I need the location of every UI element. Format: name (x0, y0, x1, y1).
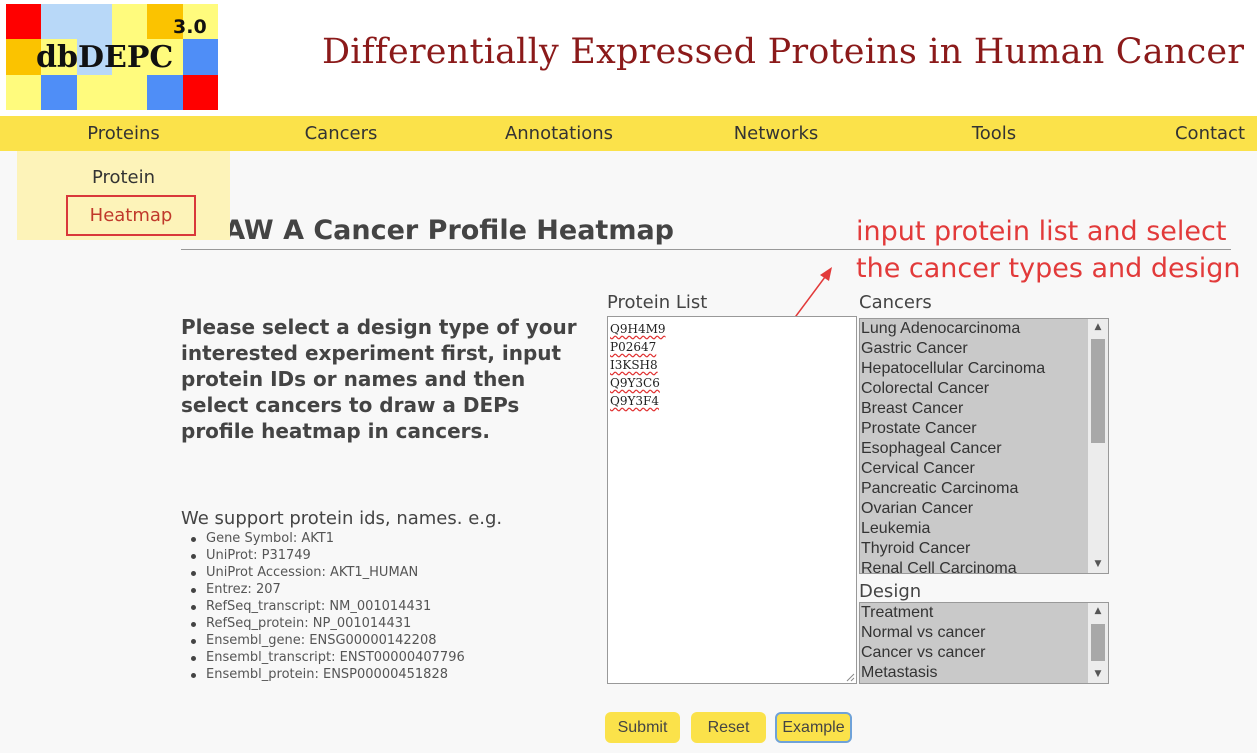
cancer-option[interactable]: Gastric Cancer (860, 339, 1108, 359)
cancer-option[interactable]: Ovarian Cancer (860, 499, 1108, 519)
cancers-scroll-thumb[interactable] (1091, 339, 1105, 443)
protein-id-line: Q9Y3C6 (610, 376, 660, 390)
list-item: RefSeq_protein: NP_001014431 (191, 615, 465, 632)
protein-list-label: Protein List (607, 292, 708, 313)
list-item: UniProt Accession: AKT1_HUMAN (191, 564, 465, 581)
design-option[interactable]: Metastasis (860, 663, 1108, 683)
cancer-option[interactable]: Thyroid Cancer (860, 539, 1108, 559)
protein-id-line: I3KSH8 (610, 358, 658, 372)
logo-tile (76, 74, 112, 110)
list-item: Gene Symbol: AKT1 (191, 530, 465, 547)
nav-item-contact[interactable]: Contact (1163, 116, 1257, 151)
resize-handle-icon[interactable] (845, 672, 855, 682)
dropdown-item-heatmap[interactable]: Heatmap (66, 195, 196, 236)
logo-tile (76, 4, 112, 40)
cancer-option[interactable]: Esophageal Cancer (860, 439, 1108, 459)
protein-list-textarea[interactable]: Q9H4M9 P02647 I3KSH8 Q9Y3C6 Q9Y3F4 (607, 316, 857, 684)
cancers-select[interactable]: Lung Adenocarcinoma Gastric Cancer Hepatoc… (859, 318, 1109, 574)
site-title: Differentially Expressed Proteins in Hum… (322, 32, 1245, 72)
cancer-option[interactable]: Pancreatic Carcinoma (860, 479, 1108, 499)
scroll-up-icon[interactable]: ▲ (1088, 603, 1108, 620)
example-button[interactable]: Example (775, 712, 852, 743)
nav-item-proteins[interactable]: Proteins (17, 116, 230, 151)
protein-id-line: P02647 (610, 340, 657, 354)
dropdown-item-protein[interactable]: Protein (17, 167, 230, 188)
design-option[interactable]: Normal vs cancer (860, 623, 1108, 643)
cancer-option[interactable]: Leukemia (860, 519, 1108, 539)
annotation-line-2: the cancer types and design (856, 253, 1241, 284)
intro-text: Please select a design type of your inte… (181, 315, 577, 443)
logo-tile (182, 39, 218, 75)
support-title: We support protein ids, names. e.g. (181, 508, 503, 529)
list-item: Ensembl_gene: ENSG00000142208 (191, 632, 465, 649)
logo-tile (147, 74, 183, 110)
logo-tile (111, 74, 148, 110)
annotation-callout: input protein list and select the cancer… (856, 213, 1240, 287)
list-item: Ensembl_protein: ENSP00000451828 (191, 666, 465, 683)
list-item: RefSeq_transcript: NM_001014431 (191, 598, 465, 615)
site-header: dbDEPC 3.0 Differentially Expressed Prot… (0, 0, 1257, 116)
logo-tile (41, 74, 77, 110)
scroll-up-icon[interactable]: ▲ (1088, 319, 1108, 336)
cancers-label: Cancers (859, 292, 932, 313)
cancers-scrollbar[interactable]: ▲ ▼ (1088, 319, 1108, 573)
logo-tile (6, 74, 42, 110)
logo-text: dbDEPC (36, 40, 174, 75)
cancer-option[interactable]: Prostate Cancer (860, 419, 1108, 439)
scroll-down-icon[interactable]: ▼ (1088, 556, 1108, 573)
cancer-option[interactable]: Breast Cancer (860, 399, 1108, 419)
design-scroll-thumb[interactable] (1091, 624, 1105, 661)
cancer-option[interactable]: Cervical Cancer (860, 459, 1108, 479)
list-item: Ensembl_transcript: ENST00000407796 (191, 650, 465, 665)
design-option[interactable]: Treatment (860, 603, 1108, 623)
protein-id-line: Q9Y3F4 (610, 394, 659, 408)
submit-button[interactable]: Submit (605, 712, 680, 743)
list-item: Entrez: 207 (191, 581, 465, 598)
nav-item-cancers[interactable]: Cancers (268, 116, 414, 151)
cancer-option[interactable]: Colorectal Cancer (860, 379, 1108, 399)
reset-button[interactable]: Reset (691, 712, 766, 743)
main-nav: Proteins Cancers Annotations Networks To… (0, 116, 1257, 151)
support-examples-list: Gene Symbol: AKT1 UniProt: P31749 UniProt … (191, 530, 465, 683)
logo-tile (111, 4, 148, 40)
cancer-option[interactable]: Renal Cell Carcinoma (860, 559, 1108, 573)
list-item: UniProt: P31749 (191, 547, 465, 564)
page: dbDEPC 3.0 Differentially Expressed Prot… (0, 0, 1257, 753)
logo-version: 3.0 (173, 16, 207, 38)
annotation-line-1: input protein list and select (856, 216, 1227, 247)
design-scrollbar[interactable]: ▲ ▼ (1088, 603, 1108, 683)
logo-tile (182, 74, 218, 110)
nav-item-networks[interactable]: Networks (716, 116, 836, 151)
nav-item-tools[interactable]: Tools (944, 116, 1044, 151)
design-select[interactable]: Treatment Normal vs cancer Cancer vs cance… (859, 602, 1109, 684)
logo-tile (6, 4, 42, 40)
nav-item-annotations[interactable]: Annotations (484, 116, 634, 151)
proteins-dropdown-menu: Protein Heatmap (17, 151, 230, 240)
logo-tile (41, 4, 77, 40)
cancer-option[interactable]: Lung Adenocarcinoma (860, 319, 1108, 339)
scroll-down-icon[interactable]: ▼ (1088, 666, 1108, 683)
protein-id-line: Q9H4M9 (610, 322, 666, 336)
cancer-option[interactable]: Hepatocellular Carcinoma (860, 359, 1108, 379)
design-option[interactable]: Cancer vs cancer (860, 643, 1108, 663)
design-label: Design (859, 581, 922, 602)
